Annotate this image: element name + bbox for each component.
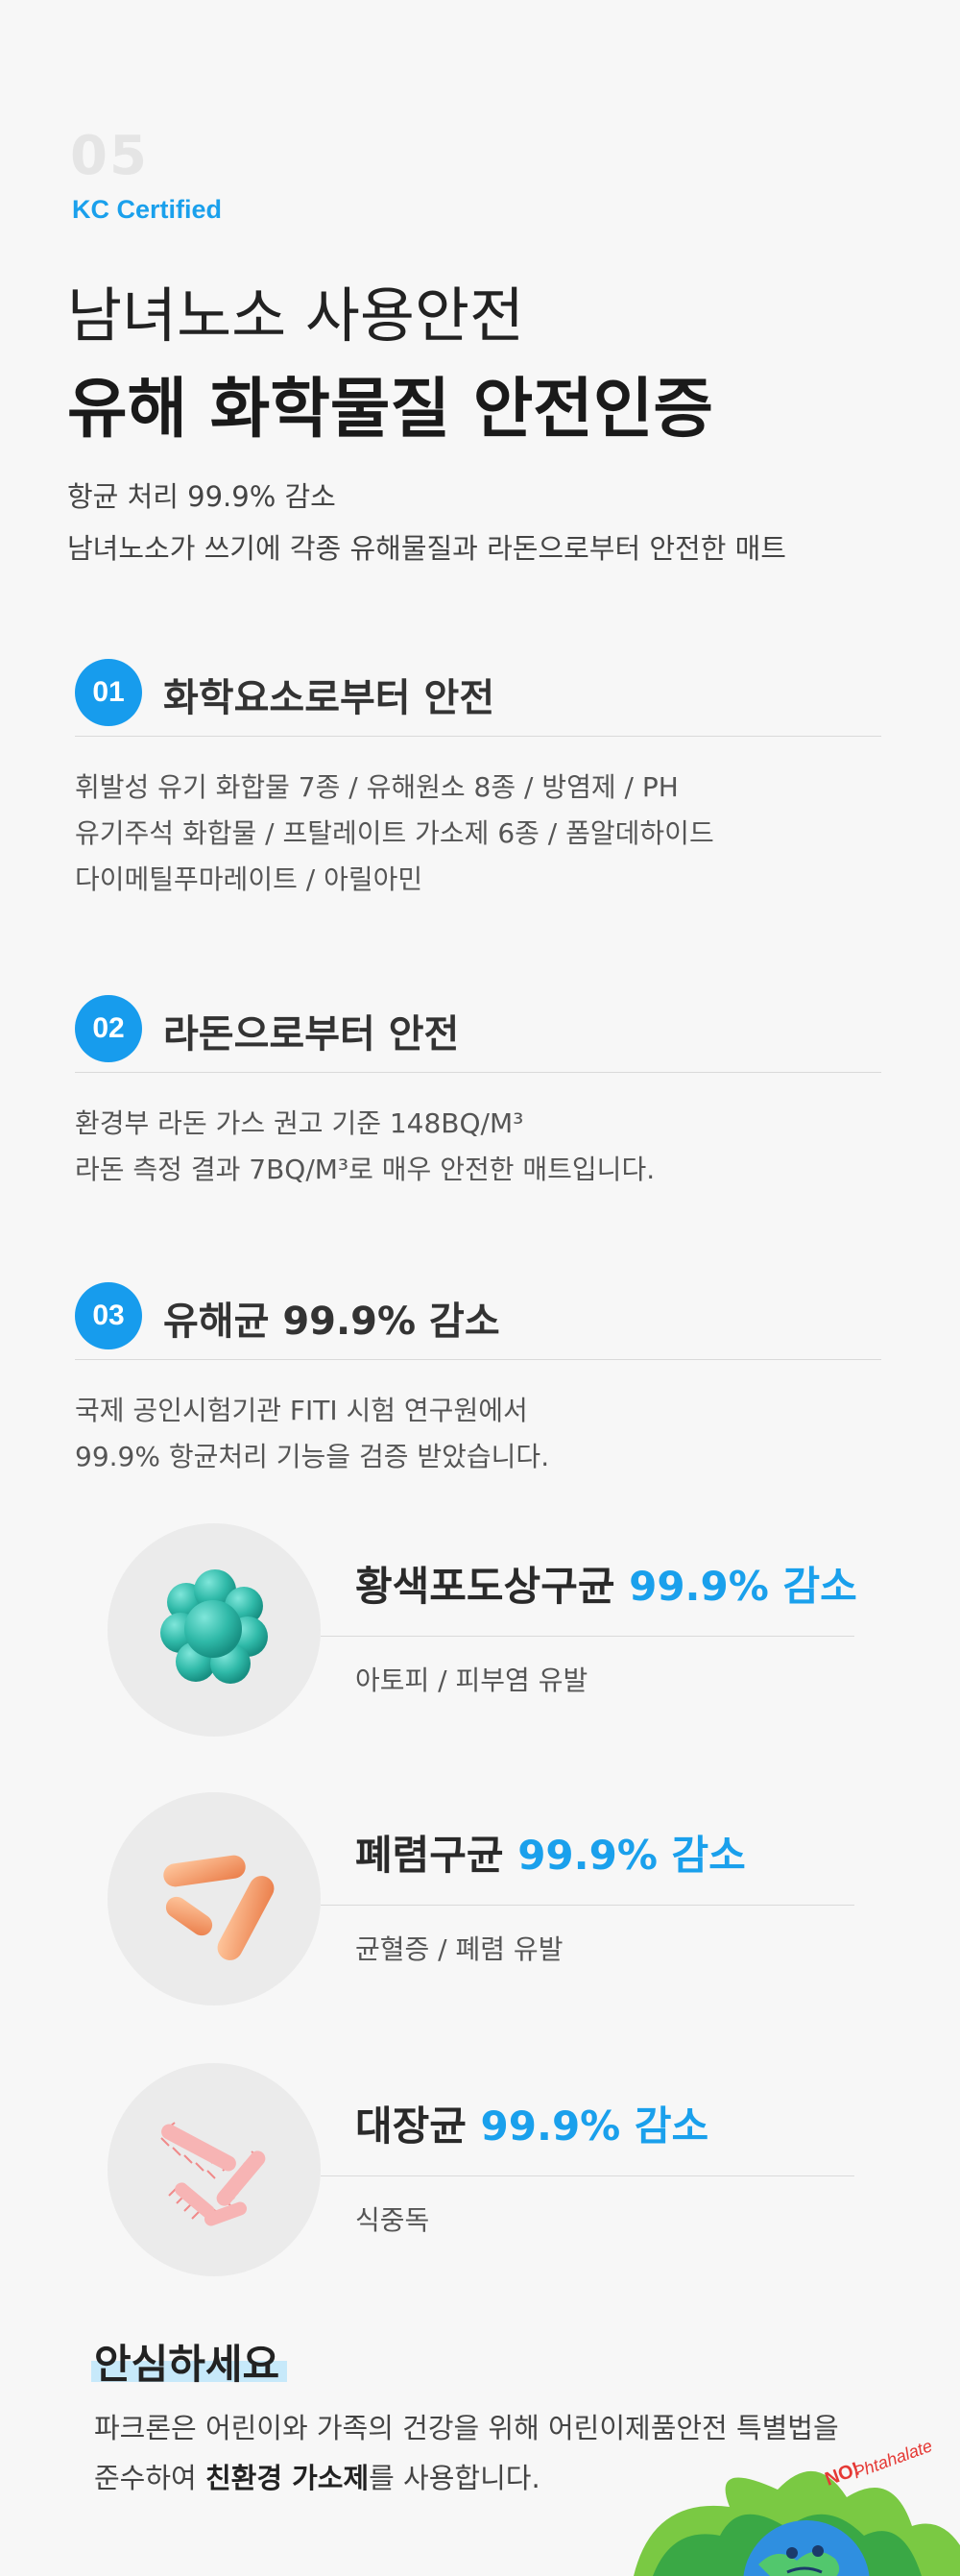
bacteria-title: 황색포도상구균 99.9% 감소 — [355, 1554, 857, 1613]
e-coli-icon — [160, 2122, 266, 2226]
item-title: 라돈으로부터 안전 — [163, 1012, 460, 1057]
bacteria-name: 황색포도상구균 — [355, 1563, 615, 1610]
intro-text: 항균 처리 99.9% 감소 남녀노소가 쓰기에 각종 유해물질과 라돈으로부터… — [67, 471, 786, 574]
no-phthalate-earth-icon: NO! Phtahalate — [634, 2440, 960, 2576]
divider — [321, 2175, 854, 2176]
item-line: 유기주석 화합물 / 프탈레이트 가소제 6종 / 폼알데하이드 — [75, 817, 714, 849]
relief-text: 를 사용합니다. — [369, 2462, 540, 2494]
item-number-badge: 01 — [75, 659, 142, 726]
item-line: 환경부 라돈 가스 권고 기준 148BQ/M³ — [75, 1107, 524, 1139]
item-line: 라돈 측정 결과 7BQ/M³로 매우 안전한 매트입니다. — [75, 1154, 656, 1185]
item-line: 99.9% 항균처리 기능을 검증 받았습니다. — [75, 1441, 550, 1472]
badge-phthalate-text: Phtahalate — [851, 2440, 935, 2482]
item-line: 휘발성 유기 화합물 7종 / 유해원소 8종 / 방염제 / PH — [75, 771, 679, 803]
item-header-03: 03 유해균 99.9% 감소 — [75, 1273, 881, 1360]
item-header-01: 01 화학요소로부터 안전 — [75, 649, 881, 737]
bacteria-effect: 식중독 — [355, 2204, 430, 2236]
eco-plasticizer-text: 친환경 가소제 — [204, 2462, 370, 2494]
item-header-02: 02 라돈으로부터 안전 — [75, 985, 881, 1073]
item-body-02: 환경부 라돈 가스 권고 기준 148BQ/M³ 라돈 측정 결과 7BQ/M³… — [75, 1101, 655, 1193]
bacteria-image-circle — [108, 1523, 321, 1737]
intro-line: 남녀노소가 쓰기에 각종 유해물질과 라돈으로부터 안전한 매트 — [67, 532, 786, 565]
bacteria-reduction: 99.9% 감소 — [480, 2102, 709, 2150]
no-phthalate-badge: NO! Phtahalate — [595, 2440, 960, 2576]
bacteria-effect: 아토피 / 피부염 유발 — [355, 1665, 588, 1696]
section-title-line2: 유해 화학물질 안전인증 — [67, 372, 713, 448]
pneumococcus-icon — [163, 1855, 275, 1960]
bacteria-title: 폐렴구균 99.9% 감소 — [355, 1823, 746, 1882]
bacteria-image-circle — [108, 2063, 321, 2276]
item-body-01: 휘발성 유기 화합물 7종 / 유해원소 8종 / 방염제 / PH 유기주석 … — [75, 765, 714, 903]
section-number: 05 — [70, 125, 149, 187]
item-title: 화학요소로부터 안전 — [163, 676, 495, 720]
staphylococcus-icon — [160, 1569, 268, 1684]
divider — [321, 1905, 854, 1906]
bacteria-effect: 균혈증 / 폐렴 유발 — [355, 1933, 564, 1965]
item-number-badge: 03 — [75, 1282, 142, 1349]
bacteria-name: 폐렴구균 — [355, 1832, 504, 1879]
item-number-badge: 02 — [75, 995, 142, 1062]
bacteria-name: 대장균 — [355, 2102, 467, 2150]
bacteria-reduction: 99.9% 감소 — [517, 1832, 746, 1879]
kc-certified-label: KC Certified — [72, 195, 223, 224]
relief-title: 안심하세요 — [94, 2341, 280, 2388]
item-line: 다이메틸푸마레이트 / 아릴아민 — [75, 863, 423, 895]
bacteria-image-circle — [108, 1792, 321, 2005]
section-title-line1: 남녀노소 사용안전 — [67, 280, 525, 351]
bacteria-reduction: 99.9% 감소 — [629, 1563, 857, 1610]
item-title: 유해균 99.9% 감소 — [163, 1300, 500, 1344]
bacteria-title: 대장균 99.9% 감소 — [355, 2094, 708, 2152]
intro-line: 항균 처리 99.9% 감소 — [67, 480, 336, 513]
divider — [321, 1636, 854, 1637]
item-line: 국제 공인시험기관 FITI 시험 연구원에서 — [75, 1395, 528, 1426]
relief-text: 준수하여 — [94, 2462, 205, 2494]
item-body-03: 국제 공인시험기관 FITI 시험 연구원에서 99.9% 항균처리 기능을 검… — [75, 1388, 549, 1480]
